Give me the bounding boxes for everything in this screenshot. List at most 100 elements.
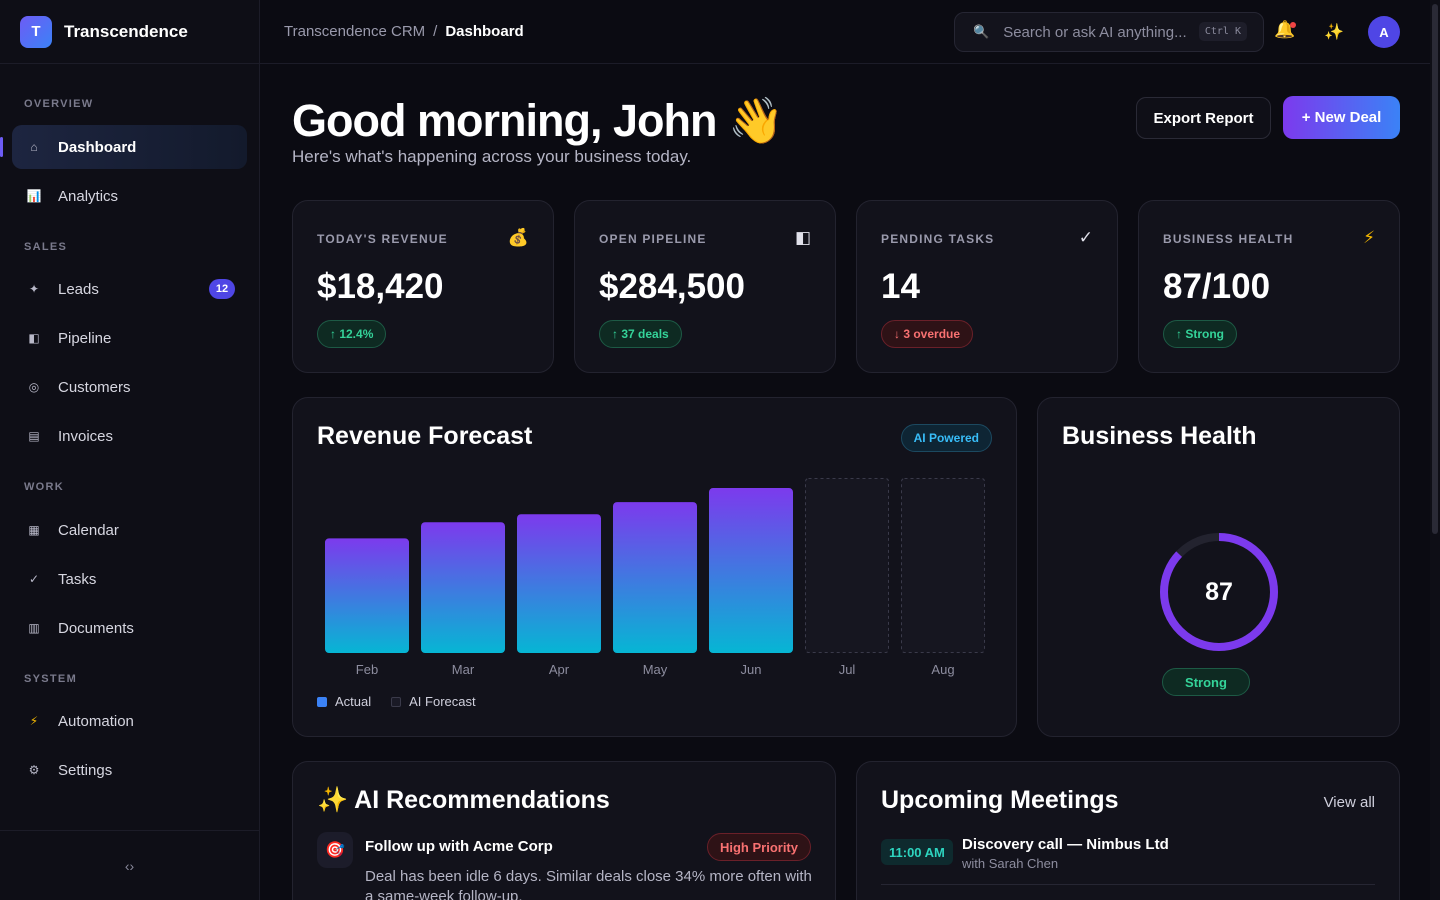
lightning-icon: ⚡ [29,714,39,728]
nav-section-work: WORK [24,481,65,493]
upcoming-meetings-card: Upcoming Meetings View all 11:00 AM Disc… [856,761,1400,900]
stat-card-revenue[interactable]: TODAY'S REVENUE 💰 $18,420 ↑ 12.4% [292,200,554,373]
check-icon: ✓ [28,572,40,586]
sidebar-item-label: Invoices [58,427,114,445]
sidebar-item-customers[interactable]: ◎ Customers [12,365,247,409]
lightning-icon: ⚡ [1363,228,1375,247]
scrollbar-thumb[interactable] [1432,4,1438,534]
nav-section-overview: OVERVIEW [24,98,94,110]
meeting-title[interactable]: Discovery call — Nimbus Ltd [962,836,1169,853]
search-input[interactable]: 🔍 Search or ask AI anything... Ctrl K [954,12,1264,52]
sidebar-item-label: Pipeline [58,329,112,347]
stat-delta-badge: ↓ 3 overdue [881,320,974,348]
health-status-badge: Strong [1162,668,1250,696]
card-title: Business Health [1062,422,1257,450]
sidebar: T Transcendence OVERVIEW ⌂ Dashboard 📊 A… [0,0,260,900]
sidebar-item-label: Leads [58,280,99,298]
ai-recommendations-card: ✨ AI Recommendations 🎯 Follow up with Ac… [292,761,836,900]
x-tick-label: Aug [931,662,954,677]
bar-actual-jun [709,488,793,653]
stat-delta-badge: ↑ 12.4% [317,320,387,348]
stat-card-pipeline[interactable]: OPEN PIPELINE ◧ $284,500 ↑ 37 deals [574,200,836,373]
sidebar-item-automation[interactable]: ⚡ Automation [12,699,247,743]
avatar[interactable]: A [1368,16,1400,48]
page-scrollbar[interactable] [1430,0,1440,900]
meeting-time-badge: 11:00 AM [881,839,953,865]
bar-chart-icon: 📊 [26,189,42,203]
breadcrumb-current: Dashboard [445,23,524,40]
x-tick-label: Feb [356,662,378,677]
collapse-icon: ‹› [124,857,135,874]
home-icon: ⌂ [30,140,38,154]
bar-forecast-jul [805,478,889,653]
stat-value: 87/100 [1163,267,1271,306]
bar-actual-may [613,502,697,653]
legend-swatch-actual [317,696,327,707]
priority-badge: High Priority [706,833,811,861]
brand-logo: T [20,15,52,48]
gear-icon: ⚙ [28,763,40,777]
stat-label: TODAY'S REVENUE [317,232,448,246]
divider [881,884,1375,885]
sidebar-item-label: Calendar [58,521,119,539]
brand-name: Transcendence [64,21,188,41]
sidebar-item-label: Dashboard [58,138,137,156]
search-shortcut: Ctrl K [1198,22,1247,41]
bar-forecast-aug [901,478,985,653]
money-bag-icon: 💰 [507,228,529,247]
export-report-button[interactable]: Export Report [1136,97,1271,139]
stat-card-health[interactable]: BUSINESS HEALTH ⚡ 87/100 ↑ Strong [1138,200,1400,373]
sidebar-item-invoices[interactable]: ▤ Invoices [12,414,247,458]
target-icon: 🎯 [317,832,353,868]
sidebar-item-settings[interactable]: ⚙ Settings [12,748,247,792]
stat-value: $284,500 [599,267,745,306]
document-icon: ▥ [28,621,40,635]
bar-actual-mar [421,522,505,653]
card-title: ✨ AI Recommendations [317,786,610,815]
brand[interactable]: T Transcendence [0,0,259,64]
sidebar-item-analytics[interactable]: 📊 Analytics [12,174,247,218]
sparkle-icon: ✦ [28,282,40,296]
sidebar-item-documents[interactable]: ▥ Documents [12,606,247,650]
stat-delta-badge: ↑ Strong [1163,320,1237,348]
stat-label: OPEN PIPELINE [599,232,707,246]
stat-card-tasks[interactable]: PENDING TASKS ✓ 14 ↓ 3 overdue [856,200,1118,373]
page-subtitle: Here's what's happening across your busi… [292,147,692,166]
recommendation-title[interactable]: Follow up with Acme Corp [365,838,553,855]
topbar: Transcendence CRM / Dashboard 🔍 Search o… [260,0,1430,64]
stat-value: $18,420 [317,267,444,306]
revenue-forecast-card: Revenue Forecast AI Powered Feb Mar Apr May… [292,397,1017,737]
sidebar-item-label: Settings [58,761,113,779]
chart-legend: Actual AI Forecast [317,694,476,709]
x-tick-label: Mar [452,662,475,677]
new-deal-button[interactable]: + New Deal [1283,96,1400,139]
sidebar-item-pipeline[interactable]: ◧ Pipeline [12,316,247,360]
notification-dot [1290,22,1296,28]
sidebar-item-calendar[interactable]: ▦ Calendar [12,508,247,552]
recommendation-description: Deal has been idle 6 days. Similar deals… [365,868,812,900]
bar-actual-feb [325,538,409,653]
legend-swatch-forecast [391,696,402,707]
breadcrumb-root[interactable]: Transcendence CRM [284,23,425,40]
calendar-icon: ▦ [28,523,40,537]
sidebar-item-label: Analytics [58,187,119,205]
stat-value: 14 [881,267,920,306]
view-all-link[interactable]: View all [1324,794,1375,811]
nav-section-system: SYSTEM [24,673,78,685]
ai-sparkle-icon[interactable]: ✨ [1324,22,1344,42]
card-title: Upcoming Meetings [881,786,1119,814]
breadcrumb: Transcendence CRM / Dashboard [284,23,524,40]
sidebar-item-tasks[interactable]: ✓ Tasks [12,557,247,601]
page-title: Good morning, John 👋 [292,95,784,146]
pipeline-icon: ◧ [28,331,40,345]
sidebar-collapse-toggle[interactable]: ‹› [0,830,259,900]
sidebar-item-dashboard[interactable]: ⌂ Dashboard [0,125,247,169]
customers-icon: ◎ [28,380,40,394]
pipeline-icon: ◧ [794,228,811,247]
sidebar-item-leads[interactable]: ✦ Leads 12 [12,267,247,311]
sparkle-icon: ✨ [317,786,349,814]
search-icon: 🔍 [973,24,990,39]
legend-label-forecast: AI Forecast [409,694,476,709]
x-tick-label: Jun [741,662,762,677]
revenue-forecast-chart: Feb Mar Apr May Jun Jul Aug [325,478,985,677]
